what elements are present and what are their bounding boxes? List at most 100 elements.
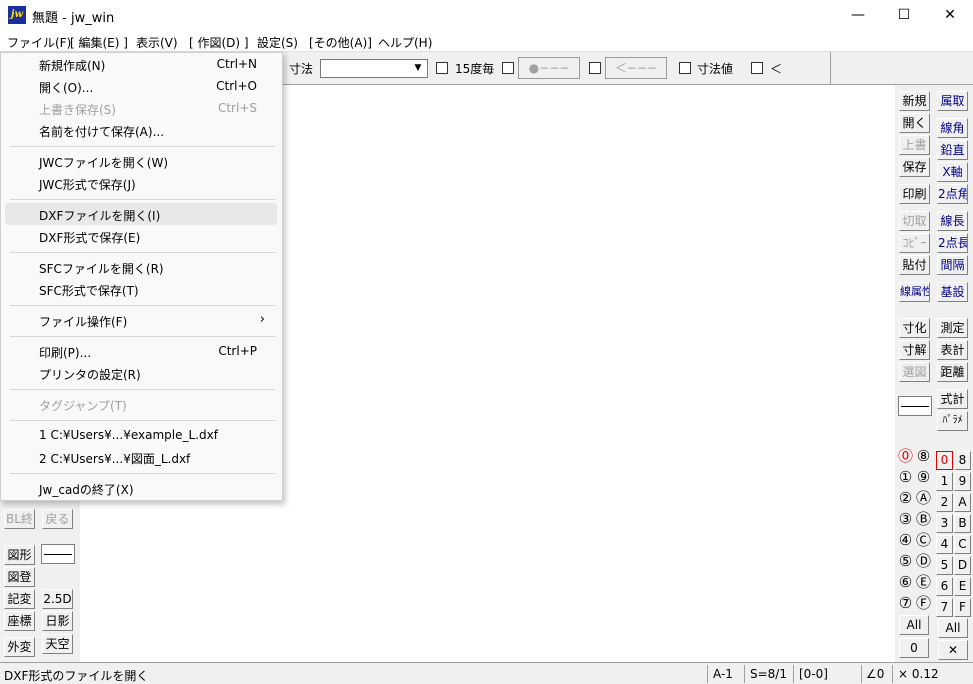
circle-line-button[interactable]: ●−−− <box>518 57 580 79</box>
dim-value-checkbox[interactable] <box>679 62 691 74</box>
zero-button[interactable]: 0 <box>899 638 929 658</box>
group-all-button[interactable]: All <box>938 618 968 638</box>
write-layer-2[interactable]: ② <box>897 489 914 508</box>
menu-item-recent-2[interactable]: 2 C:¥Users¥...¥図面_L.dxf <box>5 446 277 468</box>
table-calc-button[interactable]: 表計 <box>937 340 968 360</box>
write-layer-all-button[interactable]: All <box>899 615 929 635</box>
group-e[interactable]: E <box>954 577 971 596</box>
write-layer-c[interactable]: Ⓒ <box>915 531 932 550</box>
line-length-button[interactable]: 線長 <box>937 211 968 231</box>
write-layer-3[interactable]: ③ <box>897 510 914 529</box>
dim-select[interactable]: ▼ <box>320 59 428 78</box>
group-1[interactable]: 1 <box>936 472 953 491</box>
zahyo-button[interactable]: 座標 <box>4 611 35 631</box>
minimize-button[interactable]: — <box>835 0 881 31</box>
gaihen-button[interactable]: 外変 <box>4 637 35 657</box>
two-point-angle-button[interactable]: 2点角 <box>937 184 968 204</box>
menu-item-open-sfc[interactable]: SFCファイルを開く(R) <box>5 256 277 278</box>
group-b[interactable]: B <box>954 514 971 533</box>
menu-item-open[interactable]: 開く(O)... Ctrl+O <box>5 75 277 97</box>
interval-button[interactable]: 間隔 <box>937 255 968 275</box>
group-2[interactable]: 2 <box>936 493 953 512</box>
menu-other[interactable]: [その他(A)] <box>309 34 372 51</box>
group-d[interactable]: D <box>954 556 971 575</box>
open-button[interactable]: 開く <box>899 113 930 133</box>
distance-button[interactable]: 距離 <box>937 362 968 382</box>
x-axis-button[interactable]: X軸 <box>937 162 968 182</box>
menu-draw[interactable]: [ 作図(D) ] <box>189 34 249 51</box>
menu-file[interactable]: ファイル(F) <box>7 34 71 51</box>
write-layer-b[interactable]: Ⓑ <box>915 510 932 529</box>
back-button[interactable]: 戻る <box>42 509 73 529</box>
parametric-button[interactable]: ﾊﾟﾗﾒ <box>937 411 968 431</box>
menu-edit[interactable]: [ 編集(E) ] <box>70 34 128 51</box>
menu-item-print[interactable]: 印刷(P)... Ctrl+P <box>5 340 277 362</box>
right-line-style-box[interactable] <box>898 396 932 416</box>
attr-get-button[interactable]: 属取 <box>937 91 968 111</box>
menu-item-save-as[interactable]: 名前を付けて保存(A)... <box>5 119 277 141</box>
dim-release-button[interactable]: 寸解 <box>899 340 930 360</box>
paste-button[interactable]: 貼付 <box>899 255 930 275</box>
group-4[interactable]: 4 <box>936 535 953 554</box>
hikage-button[interactable]: 日影 <box>42 611 73 631</box>
group-a[interactable]: A <box>954 493 971 512</box>
print-button[interactable]: 印刷 <box>899 184 930 204</box>
line-style-box[interactable] <box>41 544 75 564</box>
arrow-checkbox[interactable] <box>589 62 601 74</box>
kihen-button[interactable]: 記変 <box>4 589 35 609</box>
write-layer-5[interactable]: ⑤ <box>897 552 914 571</box>
menu-item-save-sfc[interactable]: SFC形式で保存(T) <box>5 278 277 300</box>
write-layer-9[interactable]: ⑨ <box>915 468 932 487</box>
menu-item-new[interactable]: 新規作成(N) Ctrl+N <box>5 53 277 75</box>
maximize-button[interactable]: ☐ <box>881 0 927 31</box>
menu-item-open-dxf[interactable]: DXFファイルを開く(I) <box>5 203 277 225</box>
arrow-line-button[interactable]: ＜−−− <box>605 57 667 79</box>
write-layer-e[interactable]: Ⓔ <box>915 573 932 592</box>
save-button[interactable]: 保存 <box>899 157 930 177</box>
write-layer-1[interactable]: ① <box>897 468 914 487</box>
formula-calc-button[interactable]: 式計 <box>937 389 968 409</box>
menu-item-save-jwc[interactable]: JWC形式で保存(J) <box>5 172 277 194</box>
two-point-length-button[interactable]: 2点長 <box>937 233 968 253</box>
menu-item-printer-settings[interactable]: プリンタの設定(R) <box>5 362 277 384</box>
bl-end-button[interactable]: BL終 <box>4 509 35 529</box>
vertical-button[interactable]: 鉛直 <box>937 140 968 160</box>
cut-button[interactable]: 切取 <box>899 211 930 231</box>
menu-help[interactable]: ヘルプ(H) <box>378 34 432 51</box>
measure-button[interactable]: 測定 <box>937 318 968 338</box>
lt-checkbox[interactable] <box>751 62 763 74</box>
group-3[interactable]: 3 <box>936 514 953 533</box>
new-button[interactable]: 新規 <box>899 91 930 111</box>
group-6[interactable]: 6 <box>936 577 953 596</box>
menu-item-exit[interactable]: Jw_cadの終了(X) <box>5 477 277 499</box>
select-figure-button[interactable]: 選図 <box>899 362 930 382</box>
write-layer-0[interactable]: ⓪ <box>897 447 914 466</box>
write-layer-d[interactable]: Ⓓ <box>915 552 932 571</box>
circle-checkbox[interactable] <box>502 62 514 74</box>
zuto-button[interactable]: 図登 <box>4 567 35 587</box>
2-5d-button[interactable]: 2.5D <box>42 589 73 609</box>
base-setting-button[interactable]: 基設 <box>937 282 968 302</box>
group-c[interactable]: C <box>954 535 971 554</box>
menu-item-file-operations[interactable]: ファイル操作(F) › <box>5 309 277 331</box>
zukei-button[interactable]: 図形 <box>4 545 35 565</box>
write-layer-4[interactable]: ④ <box>897 531 914 550</box>
line-attr-button[interactable]: 線属性 <box>899 282 930 302</box>
group-0[interactable]: 0 <box>936 451 953 470</box>
group-5[interactable]: 5 <box>936 556 953 575</box>
write-layer-7[interactable]: ⑦ <box>897 594 914 613</box>
menu-item-recent-1[interactable]: 1 C:¥Users¥...¥example_L.dxf <box>5 424 277 446</box>
write-layer-f[interactable]: Ⓕ <box>915 594 932 613</box>
close-x-icon[interactable]: ✕ <box>938 640 968 660</box>
write-layer-a[interactable]: Ⓐ <box>915 489 932 508</box>
group-9[interactable]: 9 <box>954 472 971 491</box>
menu-item-open-jwc[interactable]: JWCファイルを開く(W) <box>5 150 277 172</box>
dim-convert-button[interactable]: 寸化 <box>899 318 930 338</box>
menu-item-save-dxf[interactable]: DXF形式で保存(E) <box>5 225 277 247</box>
overwrite-button[interactable]: 上書 <box>899 135 930 155</box>
group-f[interactable]: F <box>954 598 971 617</box>
menu-view[interactable]: 表示(V) <box>136 34 178 51</box>
line-angle-button[interactable]: 線角 <box>937 118 968 138</box>
write-layer-8[interactable]: ⑧ <box>915 447 932 466</box>
every15-checkbox[interactable] <box>436 62 448 74</box>
